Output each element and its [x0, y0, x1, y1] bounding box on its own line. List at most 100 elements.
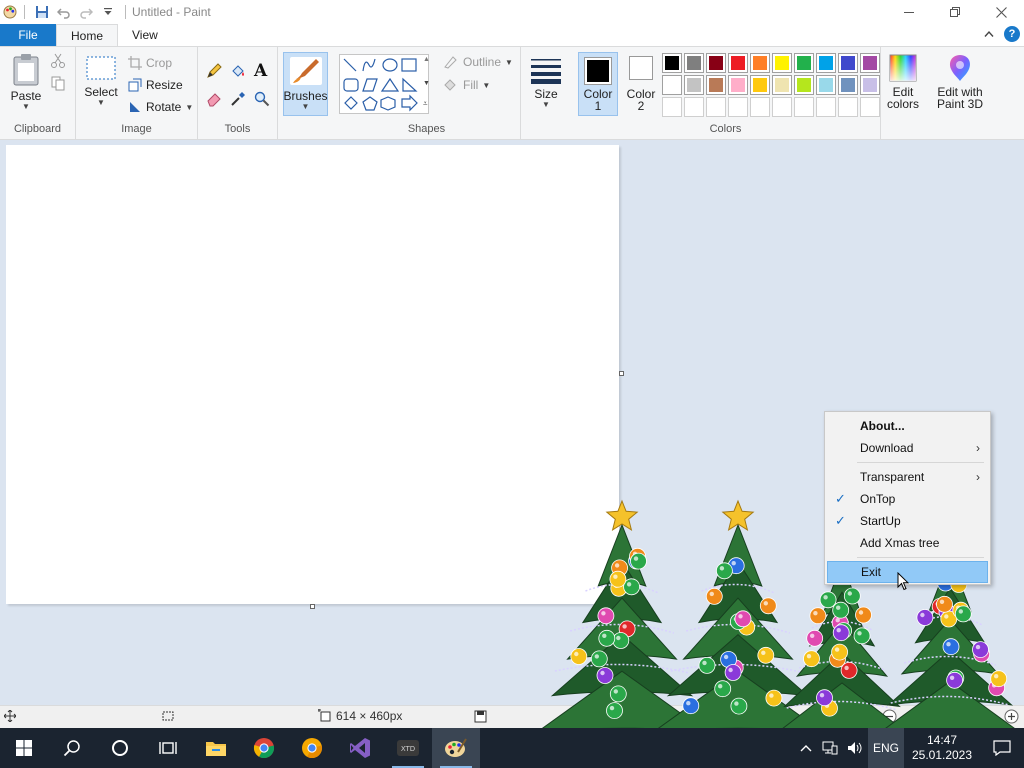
task-view-button[interactable] [144, 728, 192, 768]
volume-icon[interactable] [842, 728, 868, 768]
edit-with-paint3d-button[interactable]: Edit with Paint 3D [934, 53, 986, 110]
pencil-icon[interactable] [206, 63, 222, 82]
palette-swatch-empty[interactable] [662, 97, 682, 117]
search-button[interactable] [48, 728, 96, 768]
palette-swatch[interactable] [750, 75, 770, 95]
menu-item-ontop[interactable]: ✓ OnTop [827, 488, 988, 510]
size-button[interactable]: Size ▼ [527, 57, 565, 109]
shapes-label: Shapes [407, 123, 446, 135]
shapes-gallery[interactable] [339, 54, 429, 114]
resize-handle-right[interactable] [619, 371, 624, 376]
resize-button[interactable]: Resize [128, 75, 183, 95]
palette-swatch[interactable] [860, 53, 880, 73]
taskbar-xmas-app[interactable]: XTD [384, 728, 432, 768]
menu-item-startup[interactable]: ✓ StartUp [827, 510, 988, 532]
palette-swatch-empty[interactable] [750, 97, 770, 117]
customize-quick-access-icon[interactable] [97, 1, 119, 23]
menu-item-add-xmas-tree[interactable]: Add Xmas tree [827, 532, 988, 554]
undo-icon[interactable] [53, 1, 75, 23]
menu-item-transparent[interactable]: Transparent › [827, 466, 988, 488]
tab-view[interactable]: View [118, 24, 172, 46]
clipboard-label: Clipboard [13, 123, 62, 135]
save-icon[interactable] [31, 1, 53, 23]
resize-handle-bottom[interactable] [310, 604, 315, 609]
palette-swatch-empty[interactable] [706, 97, 726, 117]
drawing-canvas[interactable] [6, 145, 619, 604]
fill-button[interactable]: Fill ▼ [443, 75, 490, 95]
palette-swatch-empty[interactable] [794, 97, 814, 117]
shapes-scroll-down[interactable]: ▼ [423, 80, 430, 87]
taskbar-paint[interactable] [432, 728, 480, 768]
copy-icon[interactable] [50, 75, 66, 94]
taskbar-file-explorer[interactable] [192, 728, 240, 768]
fill-bucket-icon[interactable] [230, 63, 246, 82]
ornament [609, 685, 627, 703]
palette-swatch[interactable] [772, 75, 792, 95]
palette-swatch[interactable] [838, 53, 858, 73]
palette-swatch[interactable] [816, 75, 836, 95]
network-icon[interactable] [818, 728, 842, 768]
shapes-more[interactable]: ⩡ [423, 99, 428, 109]
palette-swatch-empty[interactable] [860, 97, 880, 117]
palette-swatch-empty[interactable] [772, 97, 792, 117]
tools-label: Tools [224, 123, 251, 135]
taskbar-visual-studio[interactable] [336, 728, 384, 768]
cortana-button[interactable] [96, 728, 144, 768]
clock[interactable]: 14:47 25.01.2023 [904, 728, 980, 768]
shapes-scroll-up[interactable]: ▲ [423, 56, 430, 63]
select-button[interactable]: Select ▼ [82, 55, 120, 107]
rotate-button[interactable]: Rotate ▼ [128, 97, 193, 117]
palette-swatch[interactable] [772, 53, 792, 73]
color-picker-icon[interactable] [230, 91, 246, 110]
palette-swatch[interactable] [816, 53, 836, 73]
palette-swatch[interactable] [706, 53, 726, 73]
palette-swatch-empty[interactable] [728, 97, 748, 117]
palette-swatch[interactable] [684, 75, 704, 95]
taskbar-chrome-canary[interactable] [288, 728, 336, 768]
edit-colors-button[interactable]: Edit colors [883, 53, 923, 110]
palette-swatch[interactable] [684, 53, 704, 73]
collapse-ribbon-icon[interactable] [984, 30, 994, 38]
eraser-icon[interactable] [206, 91, 222, 110]
maximize-button[interactable] [932, 0, 978, 24]
palette-swatch[interactable] [794, 75, 814, 95]
taskbar-chrome[interactable] [240, 728, 288, 768]
outline-button[interactable]: Outline ▼ [443, 52, 513, 72]
paint-app-icon[interactable] [2, 4, 18, 20]
palette-swatch-empty[interactable] [838, 97, 858, 117]
palette-swatch[interactable] [860, 75, 880, 95]
minimize-button[interactable] [886, 0, 932, 24]
cut-icon[interactable] [50, 53, 66, 72]
palette-swatch[interactable] [728, 53, 748, 73]
close-button[interactable] [978, 0, 1024, 24]
crop-button[interactable]: Crop [128, 53, 172, 73]
palette-swatch[interactable] [838, 75, 858, 95]
palette-swatch[interactable] [706, 75, 726, 95]
select-rectangle-icon [86, 56, 116, 80]
paste-button[interactable]: Paste ▼ [8, 53, 44, 111]
brushes-button[interactable]: Brushes ▼ [283, 52, 328, 116]
color2-button[interactable]: Color 2 [622, 56, 660, 112]
palette-swatch[interactable] [750, 53, 770, 73]
palette-swatch-empty[interactable] [684, 97, 704, 117]
color1-button[interactable]: Color 1 [578, 52, 618, 116]
palette-swatch[interactable] [794, 53, 814, 73]
language-indicator[interactable]: ENG [868, 728, 904, 768]
tab-home[interactable]: Home [56, 24, 119, 46]
text-tool-icon[interactable]: A [254, 61, 267, 81]
palette-swatch[interactable] [728, 75, 748, 95]
help-icon[interactable]: ? [1004, 26, 1020, 42]
tab-file[interactable]: File [0, 24, 56, 46]
magnifier-icon[interactable] [254, 91, 270, 110]
show-hidden-icons-icon[interactable] [794, 728, 818, 768]
action-center-icon[interactable] [980, 728, 1024, 768]
size-group: Size ▼ [521, 47, 571, 139]
menu-item-about[interactable]: About... [827, 415, 988, 437]
menu-item-download[interactable]: Download › [827, 437, 988, 459]
palette-swatch-empty[interactable] [816, 97, 836, 117]
palette-swatch[interactable] [662, 53, 682, 73]
palette-swatch[interactable] [662, 75, 682, 95]
redo-icon[interactable] [75, 1, 97, 23]
shapes-group: ▲ ▼ ⩡ Outline ▼ Fill ▼ Shapes [333, 47, 521, 139]
start-button[interactable] [0, 728, 48, 768]
